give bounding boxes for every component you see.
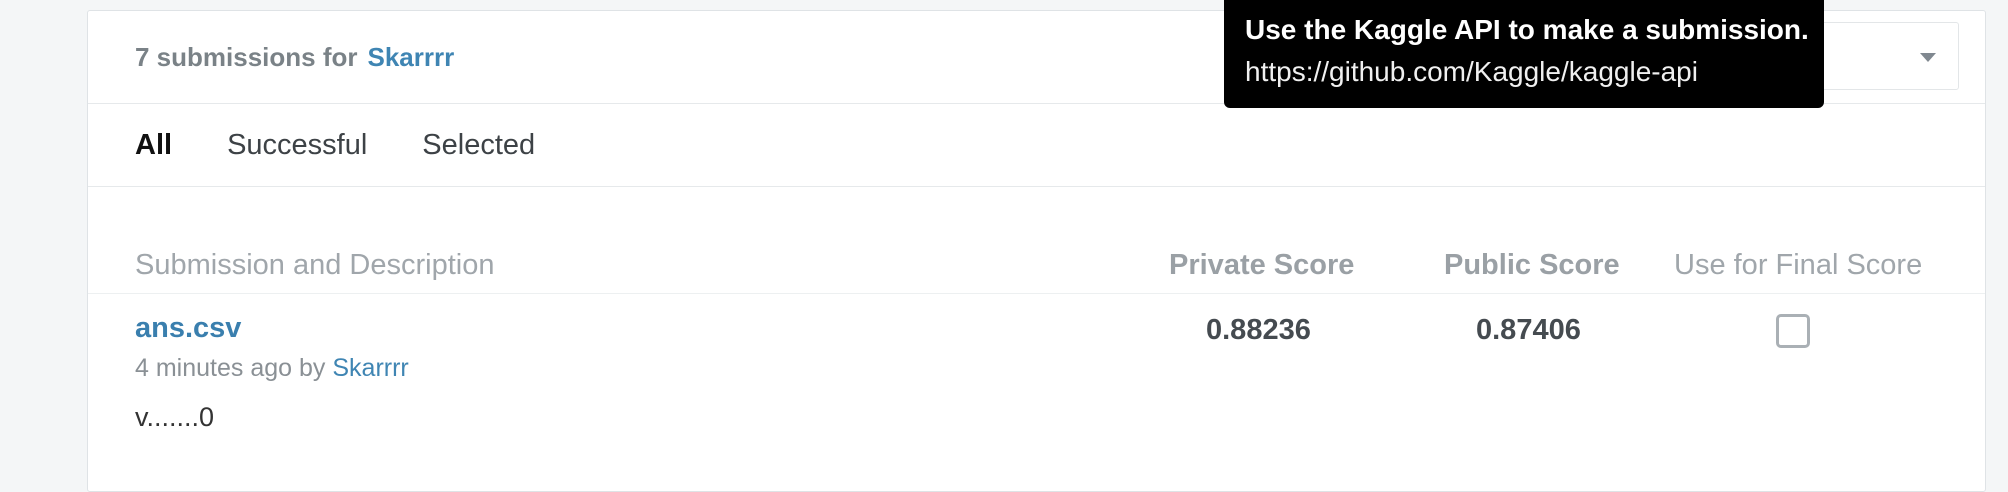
public-score-value: 0.87406 bbox=[1476, 314, 1581, 346]
submission-description: v.......0 bbox=[135, 402, 215, 432]
submission-filename-link[interactable]: ans.csv bbox=[135, 312, 241, 345]
header-user-link[interactable]: Skarrrr bbox=[368, 42, 455, 73]
tooltip-link[interactable]: https://github.com/Kaggle/kaggle-api bbox=[1245, 50, 1803, 94]
column-header-final-score: Use for Final Score bbox=[1674, 249, 1923, 281]
tab-successful[interactable]: Successful bbox=[227, 129, 367, 162]
submission-time: 4 minutes ago by bbox=[135, 354, 326, 382]
tab-selected[interactable]: Selected bbox=[422, 129, 535, 162]
table-header: Submission and Description Private Score… bbox=[88, 187, 1985, 294]
column-header-private-score[interactable]: Private Score bbox=[1169, 249, 1354, 282]
kaggle-api-tooltip: Use the Kaggle API to make a submission.… bbox=[1224, 0, 1824, 108]
final-score-checkbox[interactable] bbox=[1776, 314, 1810, 348]
column-header-public-score[interactable]: Public Score bbox=[1444, 249, 1620, 282]
tooltip-title: Use the Kaggle API to make a submission. bbox=[1245, 14, 1809, 45]
filter-tabs: All Successful Selected bbox=[88, 104, 1985, 187]
submission-meta: 4 minutes ago by Skarrrr bbox=[135, 354, 409, 383]
column-header-description: Submission and Description bbox=[135, 249, 495, 281]
submission-count: 7 submissions for bbox=[135, 41, 358, 72]
table-row: ans.csv 4 minutes ago by Skarrrr v......… bbox=[88, 294, 1985, 454]
private-score-value: 0.88236 bbox=[1206, 314, 1311, 346]
tab-all[interactable]: All bbox=[135, 129, 172, 162]
chevron-down-icon bbox=[1920, 53, 1936, 62]
submission-user-link[interactable]: Skarrrr bbox=[332, 354, 408, 382]
